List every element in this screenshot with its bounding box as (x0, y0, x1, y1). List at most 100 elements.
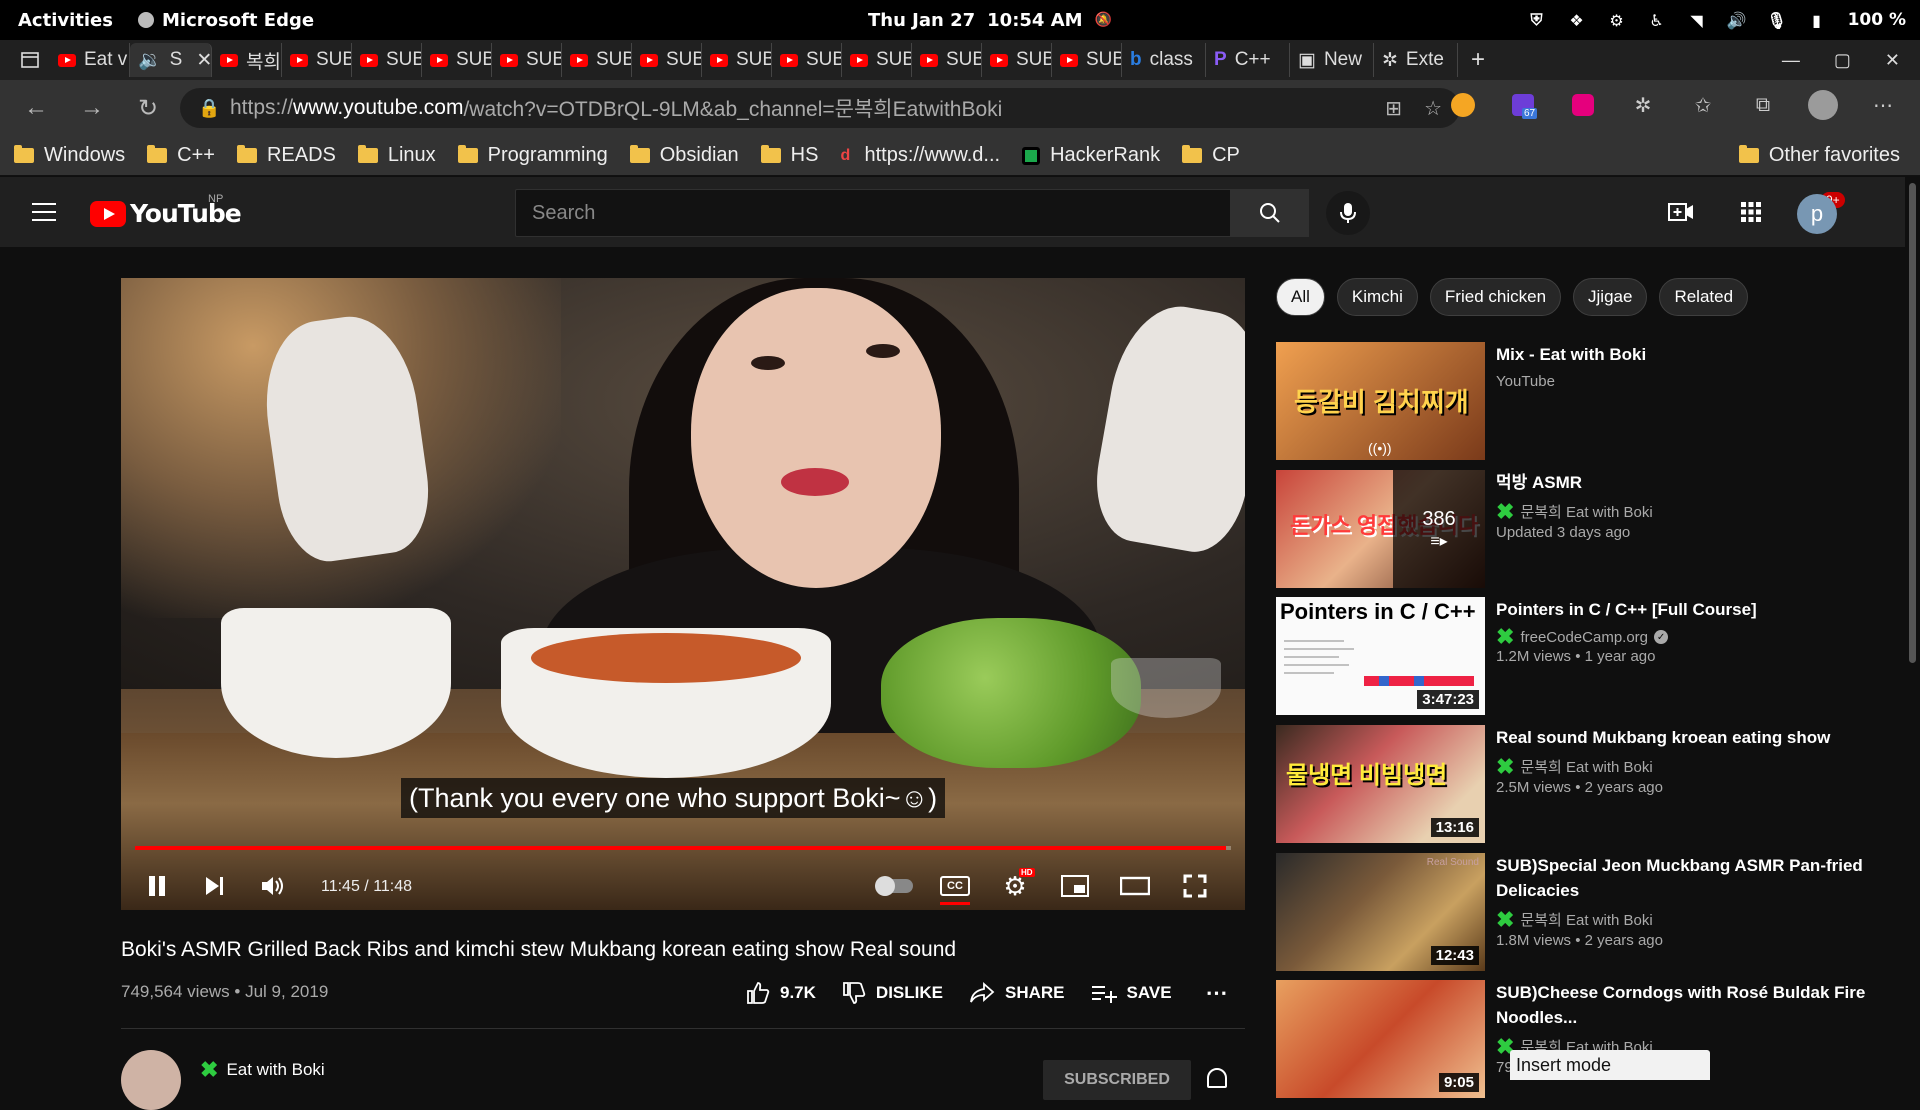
more-actions-icon[interactable]: ⋯ (1206, 980, 1228, 1006)
tab[interactable]: SUB (912, 43, 982, 77)
video-thumbnail[interactable]: Real Sound 12:43 (1276, 853, 1485, 971)
pause-icon[interactable] (139, 868, 175, 904)
tab[interactable]: SUB (562, 43, 632, 77)
chip-kimchi[interactable]: Kimchi (1336, 278, 1418, 316)
extension-orange-icon[interactable] (1446, 88, 1480, 122)
bookmark-windows[interactable]: Windows (14, 144, 125, 167)
address-bar[interactable]: 🔒 https://www.youtube.com/watch?v=OTDBrQ… (180, 88, 1460, 128)
extensions-icon[interactable]: ✲ (1626, 88, 1660, 122)
volume-icon[interactable] (255, 868, 291, 904)
recommended-item[interactable]: 돈가스 영접했습니다 386 ≡▸ 먹방 ASMR ✖ 문복희 Eat with … (1276, 470, 1896, 588)
bookmark-cpp[interactable]: C++ (147, 144, 215, 167)
scrollbar-thumb[interactable] (1909, 183, 1916, 663)
apps-grid-icon[interactable] (1733, 194, 1769, 230)
tab[interactable]: ✲ Exte (1374, 43, 1458, 77)
page-scrollbar[interactable] (1905, 177, 1920, 1080)
lock-icon[interactable]: 🔒 (198, 98, 220, 119)
like-button[interactable]: 9.7K (746, 981, 816, 1005)
tab[interactable]: SUB (702, 43, 772, 77)
close-window-icon[interactable]: ✕ (1885, 50, 1900, 71)
chip-jjigae[interactable]: Jjigae (1573, 278, 1648, 316)
extension-purple-icon[interactable]: 67 (1506, 88, 1540, 122)
tab[interactable]: P C++ (1206, 43, 1290, 77)
profile-icon[interactable] (1806, 88, 1840, 122)
tab[interactable]: Eat v (50, 43, 130, 77)
tab-actions-icon[interactable] (10, 44, 50, 76)
system-tray[interactable]: ⛨ ❖ ⚙ ♿ ◥ 🔊 🎙 ▮ 100 % (1528, 10, 1906, 30)
tab[interactable]: SUB (842, 43, 912, 77)
app-menu[interactable]: Microsoft Edge (138, 10, 314, 31)
video-thumbnail[interactable]: 물냉면 비빔냉면 13:16 (1276, 725, 1485, 843)
tab[interactable]: SUB (352, 43, 422, 77)
other-favorites[interactable]: Other favorites (1738, 144, 1900, 167)
settings-gear-icon[interactable]: ⚙ HD (997, 868, 1035, 904)
fullscreen-icon[interactable] (1177, 868, 1213, 904)
captions-button[interactable]: CC (937, 868, 973, 905)
share-button[interactable]: SHARE (969, 982, 1065, 1004)
channel-avatar[interactable] (121, 1050, 181, 1110)
recommended-item[interactable]: Pointers in C / C++ 3:47:23 Pointers in … (1276, 597, 1896, 715)
new-tab-button[interactable]: + (1458, 46, 1498, 74)
recommended-item[interactable]: 9:05 SUB)Cheese Corndogs with Rosé Bulda… (1276, 980, 1896, 1098)
channel-name[interactable]: ✖ Eat with Boki (200, 1059, 325, 1081)
dislike-button[interactable]: DISLIKE (842, 981, 943, 1005)
close-tab-icon[interactable]: ✕ (196, 49, 211, 72)
collections-icon[interactable]: ⧉ (1746, 88, 1780, 122)
bookmark-linux[interactable]: Linux (357, 144, 436, 167)
video-thumbnail[interactable]: 9:05 (1276, 980, 1485, 1098)
extension-pink-icon[interactable] (1566, 88, 1600, 122)
refresh-icon[interactable]: ↻ (120, 88, 176, 128)
create-video-icon[interactable] (1663, 194, 1699, 230)
recommended-item[interactable]: 등갈비 김치찌개 ((•)) Mix - Eat with Boki YouTu… (1276, 342, 1896, 460)
voice-search-button[interactable] (1326, 191, 1370, 235)
activities-button[interactable]: Activities (18, 10, 113, 31)
progress-bar[interactable] (135, 846, 1231, 850)
bookmark-cp[interactable]: CP (1182, 144, 1240, 167)
minimize-icon[interactable]: — (1782, 50, 1800, 71)
search-button[interactable] (1231, 189, 1309, 237)
video-thumbnail[interactable]: 돈가스 영접했습니다 386 ≡▸ (1276, 470, 1485, 588)
search-input[interactable]: Search (515, 189, 1231, 237)
tab[interactable]: b class (1122, 43, 1206, 77)
chip-all[interactable]: All (1276, 278, 1325, 316)
recommended-item[interactable]: 물냉면 비빔냉면 13:16 Real sound Mukbang kroean… (1276, 725, 1896, 843)
tab-active[interactable]: 🔉 S ✕ (130, 43, 212, 77)
tab[interactable]: SUB (772, 43, 842, 77)
video-thumbnail[interactable]: Pointers in C / C++ 3:47:23 (1276, 597, 1485, 715)
video-player[interactable]: (Thank you every one who support Boki~☺)… (121, 278, 1245, 910)
video-thumbnail[interactable]: 등갈비 김치찌개 ((•)) (1276, 342, 1485, 460)
tab[interactable]: ▣ New (1290, 43, 1374, 77)
more-icon[interactable]: ⋯ (1866, 88, 1900, 122)
bookmark-hs[interactable]: HS (760, 144, 818, 167)
speaker-icon[interactable]: 🔉 (138, 48, 162, 72)
tab[interactable]: SUB (632, 43, 702, 77)
menu-icon[interactable] (32, 203, 56, 221)
clock[interactable]: Thu Jan 27 10:54 AM 🔕 (868, 10, 1112, 31)
account-avatar[interactable]: p (1797, 194, 1837, 234)
chip-related[interactable]: Related (1659, 278, 1749, 316)
miniplayer-icon[interactable] (1057, 868, 1093, 904)
next-icon[interactable] (197, 868, 233, 904)
tab[interactable]: SUB (982, 43, 1052, 77)
tab[interactable]: SUB (282, 43, 352, 77)
bookmark-obsidian[interactable]: Obsidian (629, 144, 739, 167)
autoplay-toggle[interactable] (875, 868, 913, 904)
maximize-icon[interactable]: ▢ (1834, 50, 1851, 71)
tab[interactable]: SUB (492, 43, 562, 77)
theater-mode-icon[interactable] (1117, 868, 1153, 904)
bookmark-hackerrank[interactable]: HackerRank (1022, 144, 1160, 167)
youtube-logo[interactable]: YouTube NP (90, 193, 242, 228)
add-favorite-icon[interactable]: ☆ (1424, 96, 1442, 121)
back-icon[interactable]: ← (8, 88, 64, 128)
favorites-icon[interactable]: ✩ (1686, 88, 1720, 122)
recommended-item[interactable]: Real Sound 12:43 SUB)Special Jeon Muckba… (1276, 853, 1896, 971)
forward-icon[interactable]: → (64, 88, 120, 128)
app-available-icon[interactable]: ⊞ (1385, 96, 1402, 121)
tab[interactable]: 복희 (212, 43, 282, 77)
tab[interactable]: SUB (1052, 43, 1122, 77)
channel-bell-icon[interactable] (1207, 1068, 1227, 1088)
subscribed-button[interactable]: SUBSCRIBED (1043, 1060, 1191, 1100)
bookmark-link[interactable]: d https://www.d... (840, 144, 1000, 167)
bookmark-reads[interactable]: READS (236, 144, 336, 167)
chip-fried-chicken[interactable]: Fried chicken (1429, 278, 1562, 316)
